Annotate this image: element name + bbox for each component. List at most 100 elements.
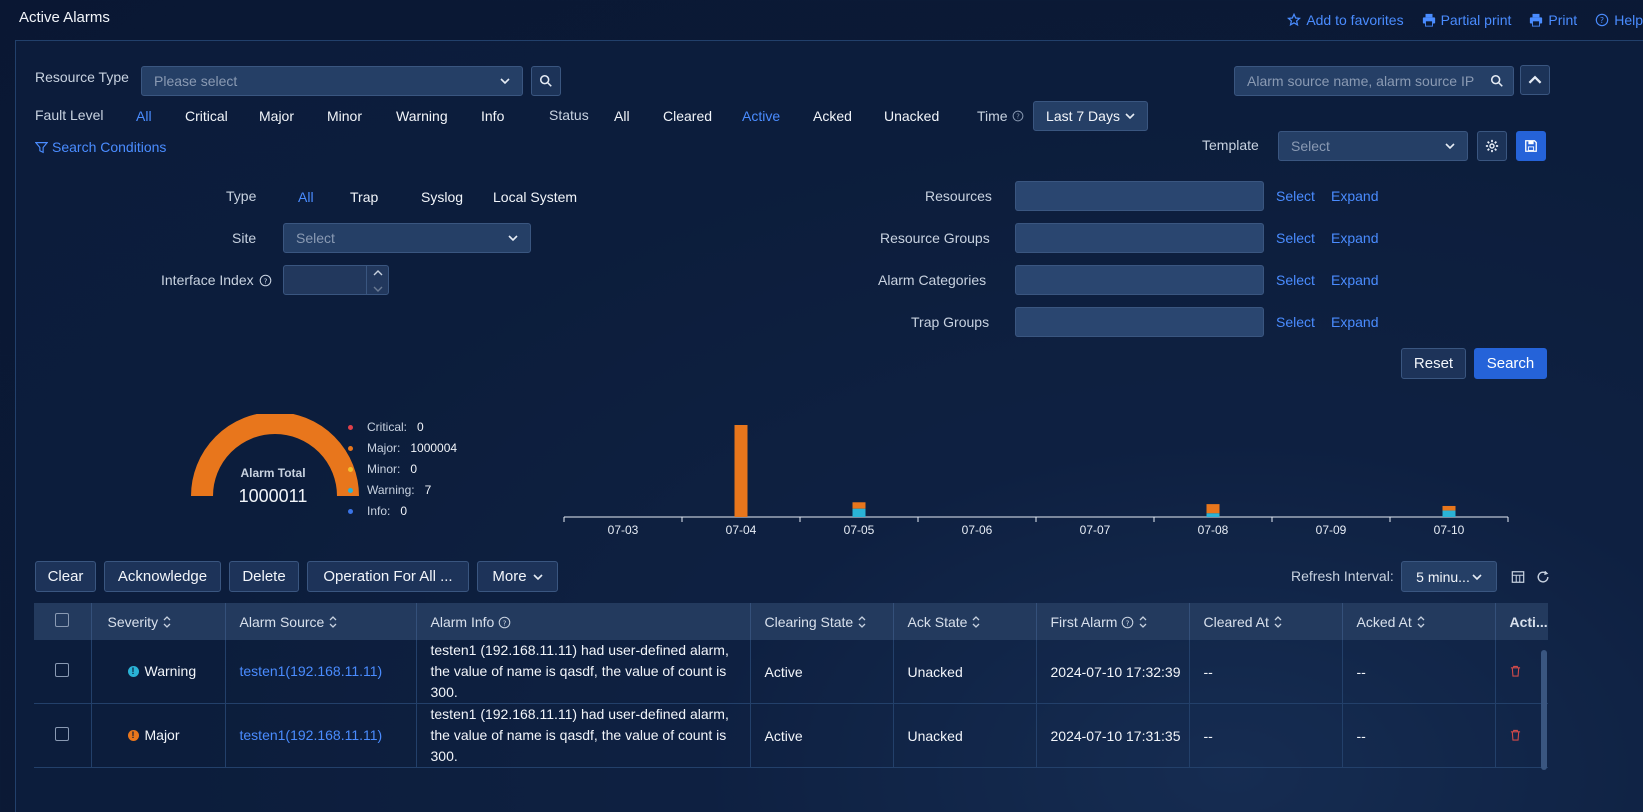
alarm-categories-expand-link[interactable]: Expand [1331, 272, 1378, 288]
resource-groups-select-link[interactable]: Select [1276, 230, 1315, 246]
refresh-interval-dropdown[interactable]: 5 minu... [1401, 561, 1497, 592]
fault-level-info[interactable]: Info [481, 108, 504, 124]
template-select[interactable]: Select [1278, 131, 1468, 161]
resources-select-link[interactable]: Select [1276, 188, 1315, 204]
clear-button[interactable]: Clear [35, 561, 96, 592]
chevron-up-icon[interactable] [367, 266, 389, 280]
alarm-info-text[interactable]: testen1 (192.168.11.11) had user-defined… [416, 703, 751, 768]
column-first-alarm[interactable]: First Alarm ? [1036, 603, 1190, 640]
operation-for-all-button[interactable]: Operation For All ... [307, 561, 469, 592]
major-icon: ! [127, 729, 139, 741]
table-row[interactable]: ! Warning testen1(192.168.11.11) testen1 … [34, 640, 1548, 704]
chevron-down-icon[interactable] [367, 283, 389, 297]
x-tick-label: 07-06 [962, 523, 993, 537]
select-all-cell [34, 603, 92, 640]
more-label: More [492, 568, 527, 585]
status-all[interactable]: All [614, 108, 630, 124]
resources-input[interactable] [1015, 181, 1264, 211]
collapse-button[interactable] [1520, 65, 1550, 95]
more-dropdown[interactable]: More [477, 561, 558, 592]
column-alarm-info: Alarm Info ? [416, 603, 751, 640]
help-circle-icon[interactable]: ? [1121, 616, 1134, 629]
resource-search-button[interactable] [531, 66, 561, 96]
trap-groups-select-link[interactable]: Select [1276, 314, 1315, 330]
resource-type-select[interactable]: Please select [141, 66, 523, 96]
column-ack-state[interactable]: Ack State [893, 603, 1037, 640]
alarm-info-text[interactable]: testen1 (192.168.11.11) had user-defined… [416, 640, 751, 704]
sort-icon [858, 615, 866, 628]
gauge-title: Alarm Total [240, 466, 306, 480]
row-checkbox[interactable] [55, 663, 69, 677]
alarm-source-link[interactable]: testen1(192.168.11.11) [240, 727, 383, 743]
trap-groups-input[interactable] [1015, 307, 1264, 337]
site-select[interactable]: Select [283, 223, 531, 253]
help-circle-icon[interactable]: ? [1012, 110, 1024, 122]
search-icon [1490, 74, 1503, 87]
type-all[interactable]: All [298, 189, 314, 205]
print-link[interactable]: Print [1529, 12, 1577, 28]
time-label-wrap: Time ? [977, 108, 1024, 124]
trash-icon[interactable] [1510, 665, 1521, 677]
reset-button[interactable]: Reset [1401, 348, 1466, 379]
legend-minor-value: 0 [410, 462, 418, 476]
resources-expand-link[interactable]: Expand [1331, 188, 1378, 204]
interface-index-stepper[interactable] [283, 265, 389, 295]
column-cleared-at[interactable]: Cleared At [1189, 603, 1343, 640]
sort-icon [329, 615, 337, 628]
trap-groups-expand-link[interactable]: Expand [1331, 314, 1378, 330]
status-label: Status [549, 107, 589, 123]
type-local-system[interactable]: Local System [493, 189, 577, 205]
status-cleared[interactable]: Cleared [663, 108, 712, 124]
fault-level-warning[interactable]: Warning [396, 108, 448, 124]
delete-button[interactable]: Delete [229, 561, 299, 592]
table-row[interactable]: ! Major testen1(192.168.11.11) testen1 (1… [34, 703, 1548, 768]
print-label: Print [1548, 12, 1578, 28]
alarm-categories-select-link[interactable]: Select [1276, 272, 1315, 288]
legend-minor-name: Minor: [367, 462, 401, 476]
help-link[interactable]: ? Help [1595, 12, 1643, 28]
refresh-interval-label: Refresh Interval: [1291, 568, 1394, 584]
column-clearing-state[interactable]: Clearing State [750, 603, 894, 640]
resource-groups-expand-link[interactable]: Expand [1331, 230, 1378, 246]
alarm-source-search-input[interactable]: Alarm source name, alarm source IP [1234, 66, 1514, 96]
table-scrollbar[interactable] [1541, 650, 1547, 770]
help-circle-icon[interactable]: ? [259, 274, 272, 287]
alarm-source-search-button[interactable] [1482, 66, 1512, 96]
search-button[interactable]: Search [1474, 348, 1547, 379]
type-trap[interactable]: Trap [350, 189, 378, 205]
fault-level-critical[interactable]: Critical [185, 108, 228, 124]
status-acked[interactable]: Acked [813, 108, 852, 124]
time-range-dropdown[interactable]: Last 7 Days [1033, 101, 1148, 131]
template-placeholder: Select [1291, 138, 1330, 154]
row-checkbox[interactable] [55, 727, 69, 741]
fault-level-major[interactable]: Major [259, 108, 294, 124]
status-active[interactable]: Active [742, 108, 780, 124]
help-circle-icon[interactable]: ? [498, 616, 511, 629]
partial-print-link[interactable]: Partial print [1422, 12, 1511, 28]
status-unacked[interactable]: Unacked [884, 108, 939, 124]
column-acked-at[interactable]: Acked At [1342, 603, 1496, 640]
alarm-categories-input[interactable] [1015, 265, 1264, 295]
time-label: Time [977, 108, 1008, 124]
severity-badge: ! Major [127, 727, 180, 743]
search-conditions-toggle[interactable]: Search Conditions [35, 139, 166, 155]
column-alarm-source[interactable]: Alarm Source [225, 603, 417, 640]
column-severity[interactable]: Severity [91, 603, 226, 640]
refresh-icon[interactable] [1536, 570, 1550, 584]
bar-major [1206, 504, 1220, 514]
save-template-button[interactable] [1516, 131, 1546, 161]
acknowledge-button[interactable]: Acknowledge [104, 561, 221, 592]
resource-groups-input[interactable] [1015, 223, 1264, 253]
template-settings-button[interactable] [1477, 131, 1507, 161]
type-syslog[interactable]: Syslog [421, 189, 463, 205]
select-all-checkbox[interactable] [55, 613, 69, 627]
alarm-source-link[interactable]: testen1(192.168.11.11) [240, 663, 383, 679]
severity-text: Major [144, 727, 180, 743]
bar-warning [1206, 513, 1220, 517]
column-settings-icon[interactable] [1511, 570, 1525, 584]
fault-level-all[interactable]: All [136, 108, 152, 124]
trash-icon[interactable] [1510, 729, 1521, 741]
sort-icon [1417, 615, 1425, 628]
fault-level-minor[interactable]: Minor [327, 108, 362, 124]
add-to-favorites-link[interactable]: Add to favorites [1287, 12, 1404, 28]
